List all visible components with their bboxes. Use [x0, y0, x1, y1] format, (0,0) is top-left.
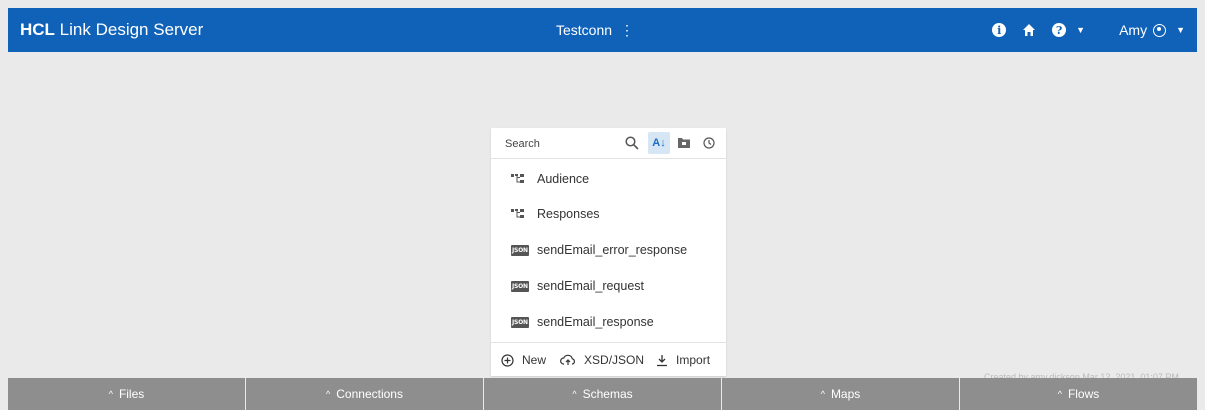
tab-label: Schemas [582, 387, 633, 401]
history-icon[interactable] [698, 132, 720, 154]
chevron-down-icon[interactable]: ▼ [1076, 25, 1085, 35]
help-icon[interactable]: ? ▼ [1052, 23, 1085, 37]
chevron-up-icon: ^ [108, 389, 113, 399]
list-item[interactable]: JSON sendEmail_response [511, 313, 654, 331]
json-icon: JSON [511, 280, 529, 292]
tab-label: Connections [336, 387, 403, 401]
import-button[interactable]: Import [656, 353, 710, 367]
chevron-up-icon: ^ [572, 389, 577, 399]
search-row: A↓ [491, 128, 726, 159]
list-item[interactable]: JSON sendEmail_request [511, 277, 644, 295]
cloud-upload-icon [560, 354, 576, 366]
brand-bold: HCL [20, 20, 55, 39]
user-name: Amy [1119, 22, 1148, 38]
brand-rest: Link Design Server [54, 20, 204, 39]
tab-label: Files [118, 387, 145, 401]
user-menu[interactable]: Amy ▼ [1119, 22, 1185, 38]
list-item[interactable]: JSON sendEmail_error_response [511, 241, 687, 259]
import-label: Import [676, 353, 711, 367]
chevron-up-icon: ^ [1057, 389, 1062, 399]
list-item-label: Audience [537, 172, 590, 186]
search-icon[interactable] [621, 132, 643, 154]
chevron-up-icon: ^ [820, 389, 825, 399]
tab-label: Maps [830, 387, 861, 401]
panel-footer: New XSD/JSON Import [491, 342, 726, 377]
tab-maps[interactable]: ^ Maps [722, 378, 959, 410]
app-title: HCL Link Design Server [20, 8, 203, 52]
list-item[interactable]: Audience [511, 170, 589, 188]
tab-files[interactable]: ^ Files [8, 378, 245, 410]
json-icon: JSON [511, 244, 529, 256]
tab-label: Flows [1067, 387, 1100, 401]
tab-schemas[interactable]: ^ Schemas [484, 378, 721, 410]
chevron-up-icon: ^ [326, 389, 331, 399]
schema-tree-icon [511, 173, 527, 185]
json-icon: JSON [511, 316, 529, 328]
download-icon [656, 354, 668, 367]
xsd-json-label: XSD/JSON [584, 353, 645, 367]
top-bar: HCL Link Design Server Testconn ⋮ i ? ▼ Am… [8, 8, 1197, 52]
connection-menu[interactable]: Testconn ⋮ [556, 8, 634, 52]
bottom-tabs: ^ Files ^ Connections ^ Schemas ^ Maps ^ Flow… [8, 378, 1197, 410]
folder-icon[interactable] [673, 132, 695, 154]
list-item[interactable]: Responses [511, 205, 600, 223]
schema-tree-icon [511, 208, 527, 220]
xsd-json-button[interactable]: XSD/JSON [560, 353, 644, 367]
new-button[interactable]: New [501, 353, 546, 367]
list-item-label: sendEmail_error_response [537, 243, 688, 257]
chevron-down-icon[interactable]: ▼ [1176, 25, 1185, 35]
add-circle-icon [501, 353, 514, 367]
user-avatar-icon [1153, 23, 1167, 37]
search-input[interactable] [503, 134, 603, 154]
more-vert-icon[interactable]: ⋮ [620, 22, 634, 38]
list-item-label: sendEmail_request [537, 279, 645, 293]
tab-flows[interactable]: ^ Flows [960, 378, 1197, 410]
home-icon[interactable] [1022, 23, 1036, 37]
sort-alpha-icon[interactable]: A↓ [648, 132, 670, 154]
connection-name: Testconn [556, 22, 613, 38]
new-label: New [522, 353, 547, 367]
header-actions: i ? ▼ Amy ▼ [976, 8, 1185, 52]
list-item-label: sendEmail_response [537, 315, 654, 329]
info-icon[interactable]: i [992, 23, 1007, 37]
tab-connections[interactable]: ^ Connections [246, 378, 483, 410]
list-item-label: Responses [537, 207, 600, 221]
schema-panel: A↓ Audience Responses JSON sendEmail_err… [491, 128, 726, 376]
